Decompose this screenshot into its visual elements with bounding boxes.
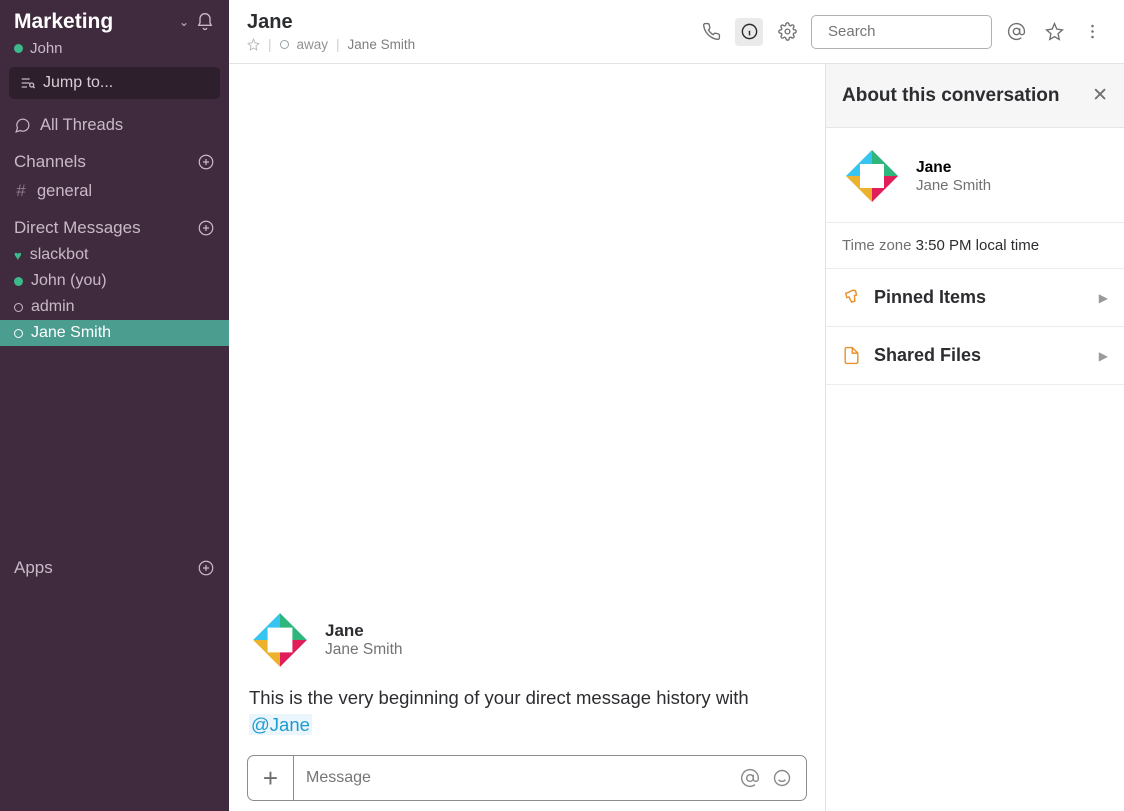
chevron-down-icon: ⌄ [179,15,189,29]
tz-label: Time zone [842,237,911,254]
current-user-name: John [30,40,63,57]
conversation-fullname: Jane Smith [348,37,416,52]
file-icon [842,346,861,365]
threads-icon [14,117,31,134]
workspace-name: Marketing [14,10,173,34]
details-timezone: Time zone 3:50 PM local time [826,223,1124,269]
jump-to[interactable]: Jump to... [9,67,220,99]
bell-icon[interactable] [195,12,215,32]
apps-label: Apps [14,558,197,578]
details-name: Jane [916,159,991,177]
call-button[interactable] [697,18,725,46]
dm-self[interactable]: John (you) [0,268,229,294]
presence-online-icon [14,44,23,53]
info-button[interactable] [735,18,763,46]
tz-value: 3:50 PM local time [916,237,1039,254]
search-box[interactable] [811,15,992,49]
dm-name: John (you) [31,272,107,290]
sidebar: Marketing ⌄ John Jump to... All Threads … [0,0,229,811]
dm-name: admin [31,298,75,316]
close-icon[interactable]: ✕ [1092,84,1108,107]
dm-header-name: Jane [325,621,403,641]
add-channel-icon[interactable] [197,153,215,171]
dm-label: Direct Messages [14,218,197,238]
pinned-items[interactable]: Pinned Items ▶ [826,269,1124,327]
apps-section[interactable]: Apps [0,546,229,582]
main: Jane | away | Jane Smith [229,0,1124,811]
dm-slackbot[interactable]: ♥ slackbot [0,242,229,268]
details-panel: About this conversation ✕ Jane Jane Smit… [825,64,1124,811]
jump-label: Jump to... [43,74,113,92]
channels-section[interactable]: Channels [0,140,229,176]
workspace-header[interactable]: Marketing ⌄ [0,0,229,40]
details-fullname: Jane Smith [916,177,991,194]
emoji-icon[interactable] [772,768,792,788]
all-threads-label: All Threads [40,116,123,135]
pin-icon [842,288,861,307]
message-input[interactable] [294,769,726,787]
mention[interactable]: @Jane [249,714,312,735]
topbar: Jane | away | Jane Smith [229,0,1124,64]
presence-away-icon [14,329,23,338]
search-input[interactable] [828,23,1027,40]
all-threads[interactable]: All Threads [0,111,229,140]
heart-icon: ♥ [14,248,22,263]
more-button[interactable] [1078,18,1106,46]
dm-admin[interactable]: admin [0,294,229,320]
current-user[interactable]: John [0,40,229,67]
dm-intro: This is the very beginning of your direc… [249,685,805,739]
attach-button[interactable]: + [248,756,294,800]
hash-icon: # [14,181,28,201]
channel-name: general [37,182,92,201]
settings-button[interactable] [773,18,801,46]
dm-jane[interactable]: Jane Smith [0,320,229,346]
mention-icon[interactable] [740,768,760,788]
dm-section[interactable]: Direct Messages [0,206,229,242]
dm-name: slackbot [30,246,89,264]
avatar [842,146,902,206]
channels-label: Channels [14,152,197,172]
shared-files[interactable]: Shared Files ▶ [826,327,1124,385]
jump-icon [19,75,35,91]
chevron-right-icon: ▶ [1099,349,1108,363]
files-label: Shared Files [874,345,1086,366]
avatar [249,609,311,671]
details-title: About this conversation [842,85,1092,107]
add-app-icon[interactable] [197,559,215,577]
add-dm-icon[interactable] [197,219,215,237]
pinned-label: Pinned Items [874,287,1086,308]
chevron-right-icon: ▶ [1099,291,1108,305]
intro-text: This is the very beginning of your direc… [249,687,749,708]
channel-general[interactable]: # general [0,176,229,206]
star-button[interactable] [1040,18,1068,46]
presence-away-icon [280,40,289,49]
star-icon[interactable] [247,38,260,51]
dm-header-fullname: Jane Smith [325,641,403,659]
presence-away-icon [14,303,23,312]
mentions-button[interactable] [1002,18,1030,46]
dm-name: Jane Smith [31,324,111,342]
messages-area: Jane Jane Smith This is the very beginni… [229,64,825,811]
conversation-title: Jane [247,11,415,34]
message-composer: + [247,755,807,801]
status-text: away [297,37,329,52]
presence-online-icon [14,277,23,286]
details-profile[interactable]: Jane Jane Smith [826,128,1124,223]
